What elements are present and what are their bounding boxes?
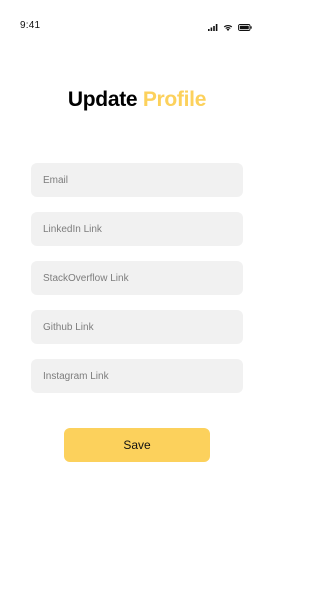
page-title-update: Update [67,88,138,111]
cellular-signal-icon [208,24,218,31]
email-field[interactable] [31,163,243,197]
github-link-field[interactable] [31,310,243,344]
battery-icon [238,24,252,31]
status-bar: 9:41 [0,0,274,40]
page-title: Update Profile [0,88,274,112]
instagram-link-field[interactable] [31,359,243,393]
wifi-icon [223,24,233,31]
update-profile-screen: 9:41 Update Profile Email LinkedIn Link … [0,0,274,592]
save-button[interactable]: Save [64,428,210,462]
linkedin-link-field[interactable] [31,212,243,246]
page-title-profile: Profile [142,88,207,111]
status-icons [208,24,252,31]
stackoverflow-link-field[interactable] [31,261,243,295]
status-time: 9:41 [20,20,41,31]
